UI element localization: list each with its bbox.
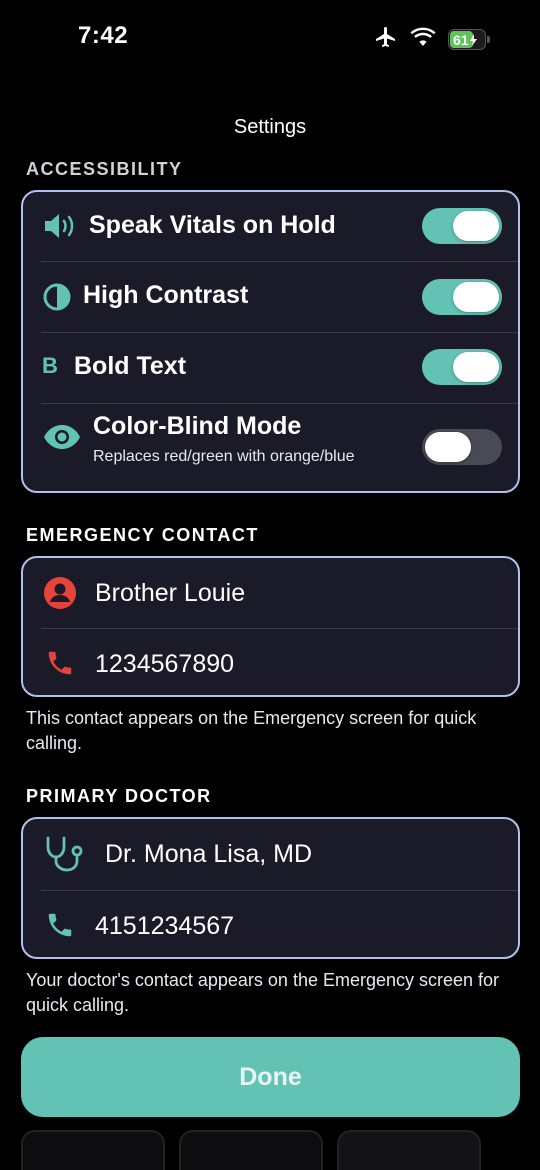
emergency-contact-footnote: This contact appears on the Emergency sc… <box>26 708 477 753</box>
eye-icon <box>43 424 81 450</box>
section-header-emergency-contact: EMERGENCY CONTACT <box>26 525 259 545</box>
bottom-tab[interactable] <box>179 1130 323 1170</box>
status-icons: 61 <box>374 25 490 54</box>
emergency-contact-card: Brother Louie 1234567890 <box>21 556 520 697</box>
setting-label-high-contrast: High Contrast <box>83 281 249 309</box>
emergency-contact-name-row[interactable]: Brother Louie <box>23 558 518 628</box>
battery-indicator: 61 <box>448 29 486 50</box>
toggle-color-blind[interactable] <box>422 429 502 465</box>
setting-row-bold-text[interactable]: B Bold Text <box>23 333 518 403</box>
emergency-contact-phone-row[interactable]: 1234567890 <box>23 629 518 695</box>
contrast-icon <box>43 283 71 311</box>
bottom-tab[interactable] <box>21 1130 165 1170</box>
setting-label-color-blind: Color-Blind Mode <box>93 412 302 440</box>
bottom-tab[interactable] <box>337 1130 481 1170</box>
emergency-contact-name: Brother Louie <box>95 579 246 607</box>
setting-label-speak-vitals: Speak Vitals on Hold <box>89 211 336 239</box>
page-title: Settings <box>233 116 307 138</box>
battery-charging-icon: 61 <box>448 29 490 50</box>
status-time: 7:42 <box>78 22 129 49</box>
primary-doctor-card: Dr. Mona Lisa, MD 4151234567 <box>21 817 520 959</box>
setting-label-bold-text: Bold Text <box>74 352 187 380</box>
primary-doctor-phone-row[interactable]: 4151234567 <box>23 891 518 957</box>
stethoscope-icon <box>43 835 89 873</box>
wifi-icon <box>410 27 436 52</box>
bottom-tab-bar <box>21 1130 520 1170</box>
toggle-speak-vitals[interactable] <box>422 208 502 244</box>
accessibility-card: Speak Vitals on Hold High Contrast B Bol… <box>21 190 520 493</box>
airplane-icon <box>374 25 398 54</box>
setting-sublabel-color-blind: Replaces red/green with orange/blue <box>93 448 355 465</box>
phone-icon <box>45 910 75 940</box>
done-button[interactable]: Done <box>21 1037 520 1117</box>
status-bar: 7:42 61 <box>0 0 540 75</box>
toggle-bold-text[interactable] <box>422 349 502 385</box>
primary-doctor-footnote: Your doctor's contact appears on the Eme… <box>26 970 500 1015</box>
speaker-icon <box>43 212 77 240</box>
toggle-high-contrast[interactable] <box>422 279 502 315</box>
bold-icon: B <box>42 353 58 378</box>
section-header-accessibility: ACCESSIBILITY <box>26 159 183 179</box>
phone-icon <box>45 648 75 678</box>
setting-row-high-contrast[interactable]: High Contrast <box>23 262 518 332</box>
primary-doctor-phone: 4151234567 <box>95 912 235 940</box>
battery-level: 61 <box>453 31 469 48</box>
primary-doctor-name-row[interactable]: Dr. Mona Lisa, MD <box>23 819 518 890</box>
setting-row-color-blind[interactable]: Color-Blind Mode Replaces red/green with… <box>23 404 518 491</box>
emergency-contact-phone: 1234567890 <box>95 650 235 678</box>
section-header-primary-doctor: PRIMARY DOCTOR <box>26 786 212 806</box>
primary-doctor-name: Dr. Mona Lisa, MD <box>105 840 313 868</box>
setting-row-speak-vitals[interactable]: Speak Vitals on Hold <box>23 192 518 261</box>
person-icon <box>43 576 77 610</box>
